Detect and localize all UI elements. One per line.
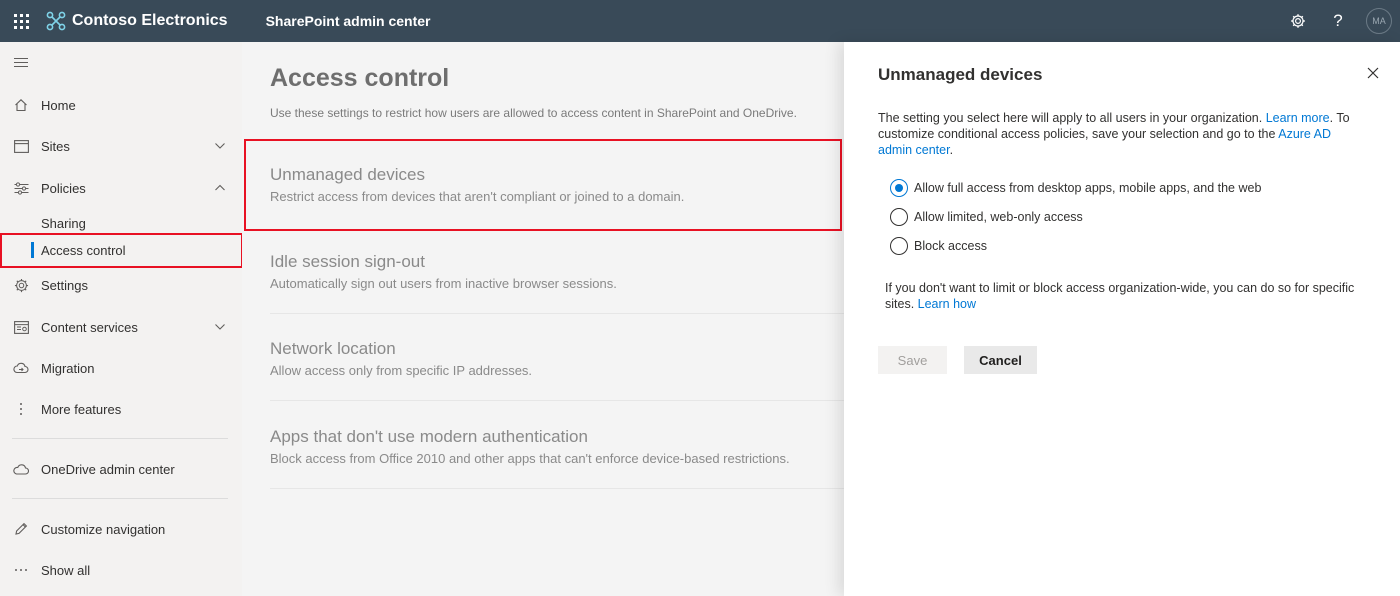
radio-button[interactable] bbox=[890, 179, 908, 197]
nav-item-more-features[interactable]: More features bbox=[0, 394, 242, 424]
chevron-down-icon bbox=[215, 324, 225, 330]
chevron-up-icon bbox=[215, 184, 225, 191]
contoso-logo-icon bbox=[46, 11, 66, 31]
gear-icon bbox=[13, 277, 29, 293]
brand-name: Contoso Electronics bbox=[72, 12, 228, 29]
nav-divider bbox=[12, 438, 228, 439]
radio-allow-full-access[interactable]: Allow full access from desktop apps, mob… bbox=[890, 179, 1261, 197]
brand[interactable]: Contoso Electronics bbox=[46, 11, 228, 31]
hamburger-icon[interactable] bbox=[14, 58, 28, 70]
page-description: Use these settings to restrict how users… bbox=[270, 106, 797, 120]
left-navigation: Home Sites Policies Sharing Access contr… bbox=[0, 42, 243, 596]
onedrive-icon bbox=[13, 461, 29, 477]
avatar[interactable]: MA bbox=[1366, 8, 1392, 34]
setting-unmanaged-devices[interactable]: Unmanaged devices Restrict access from d… bbox=[270, 165, 830, 204]
main-content: Access control Use these settings to res… bbox=[242, 42, 844, 596]
nav-item-policies[interactable]: Policies bbox=[0, 173, 242, 203]
cloud-migration-icon bbox=[13, 360, 29, 376]
app-launcher-button[interactable] bbox=[0, 0, 42, 42]
pencil-icon bbox=[13, 521, 29, 537]
setting-apps-modern-auth[interactable]: Apps that don't use modern authenticatio… bbox=[270, 427, 830, 466]
save-button[interactable]: Save bbox=[878, 346, 947, 374]
gear-icon bbox=[1291, 14, 1305, 28]
help-button[interactable]: ? bbox=[1318, 0, 1358, 42]
more-vertical-icon bbox=[13, 401, 29, 417]
nav-item-customize-navigation[interactable]: Customize navigation bbox=[0, 514, 242, 544]
settings-button[interactable] bbox=[1278, 0, 1318, 42]
nav-item-settings[interactable]: Settings bbox=[0, 270, 242, 300]
setting-divider bbox=[270, 400, 844, 401]
radio-allow-limited-access[interactable]: Allow limited, web-only access bbox=[890, 208, 1083, 226]
close-icon[interactable] bbox=[1366, 66, 1380, 80]
nav-item-sites[interactable]: Sites bbox=[0, 131, 242, 161]
chevron-down-icon bbox=[215, 143, 225, 149]
nav-item-onedrive-admin-center[interactable]: OneDrive admin center bbox=[0, 454, 242, 484]
home-icon bbox=[13, 97, 29, 113]
cancel-button[interactable]: Cancel bbox=[964, 346, 1037, 374]
nav-item-content-services[interactable]: Content services bbox=[0, 312, 242, 342]
setting-idle-session-sign-out[interactable]: Idle session sign-out Automatically sign… bbox=[270, 252, 830, 291]
learn-how-link[interactable]: Learn how bbox=[918, 297, 976, 311]
question-icon: ? bbox=[1333, 11, 1343, 30]
setting-divider bbox=[270, 313, 844, 314]
nav-divider bbox=[12, 498, 228, 499]
top-bar: Contoso Electronics SharePoint admin cen… bbox=[0, 0, 1400, 42]
app-name[interactable]: SharePoint admin center bbox=[266, 13, 431, 29]
radio-button[interactable] bbox=[890, 208, 908, 226]
waffle-icon bbox=[13, 13, 29, 29]
setting-network-location[interactable]: Network location Allow access only from … bbox=[270, 339, 830, 378]
setting-divider bbox=[270, 488, 844, 489]
panel-title: Unmanaged devices bbox=[878, 65, 1043, 84]
radio-block-access[interactable]: Block access bbox=[890, 237, 987, 255]
panel-intro: The setting you select here will apply t… bbox=[878, 111, 1350, 157]
nav-item-show-all[interactable]: Show all bbox=[0, 555, 242, 585]
panel-note: If you don't want to limit or block acce… bbox=[885, 281, 1355, 311]
radio-button[interactable] bbox=[890, 237, 908, 255]
highlight-box-nav bbox=[0, 233, 243, 268]
content-services-icon bbox=[13, 319, 29, 335]
policies-icon bbox=[13, 180, 29, 196]
ellipsis-icon bbox=[13, 562, 29, 578]
unmanaged-devices-panel: Unmanaged devices The setting you select… bbox=[844, 42, 1400, 596]
sites-icon bbox=[13, 138, 29, 154]
page-title: Access control bbox=[270, 64, 450, 92]
learn-more-link[interactable]: Learn more bbox=[1266, 111, 1330, 125]
nav-item-migration[interactable]: Migration bbox=[0, 353, 242, 383]
nav-item-home[interactable]: Home bbox=[0, 90, 242, 120]
